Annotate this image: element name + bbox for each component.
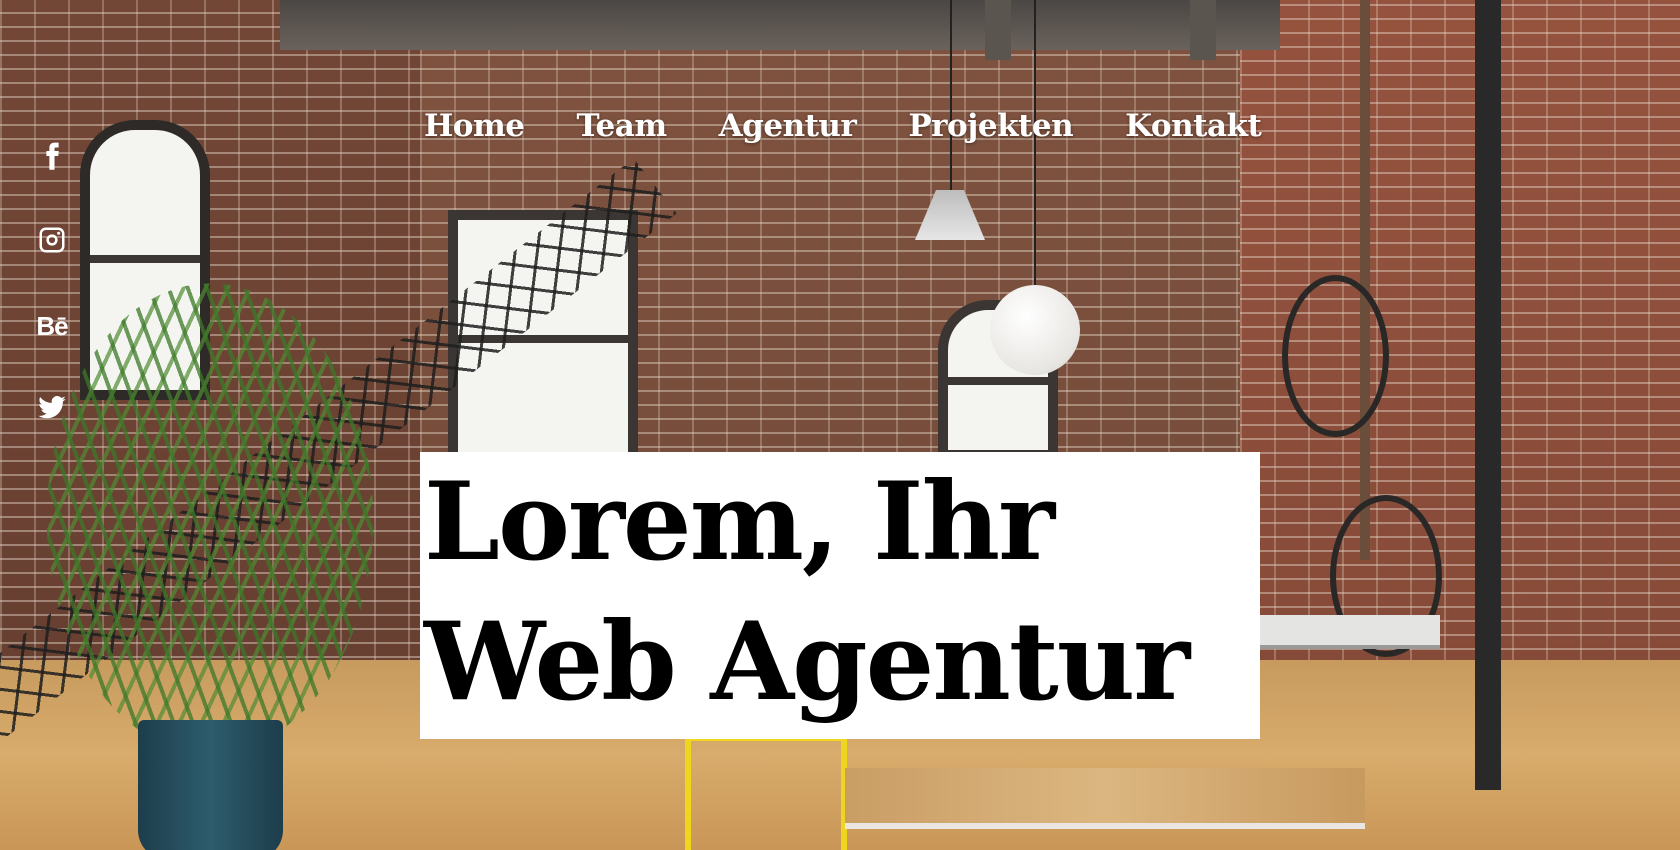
facebook-icon xyxy=(37,141,67,175)
social-links: Bē xyxy=(34,140,70,428)
facebook-link[interactable] xyxy=(34,140,70,176)
nav-item-agentur[interactable]: Agentur xyxy=(719,108,857,144)
pipe xyxy=(1360,0,1370,560)
hero-title-line-2: Web Agentur xyxy=(424,599,1190,725)
twitter-icon xyxy=(37,393,67,427)
lamp-cord xyxy=(950,0,952,190)
nav-item-projekten[interactable]: Projekten xyxy=(908,108,1073,144)
ceiling-beam xyxy=(985,0,1011,60)
bicycle-wheel xyxy=(1282,275,1389,437)
globe-lamp xyxy=(990,285,1080,375)
ceiling xyxy=(280,0,1280,50)
main-navigation: Home Team Agentur Projekten Kontakt xyxy=(424,104,1262,148)
hero-box: Lorem, Ihr Web Agentur xyxy=(420,452,1260,739)
instagram-link[interactable] xyxy=(34,224,70,260)
page: Bē Home Team Agentur Projekten Kontakt L… xyxy=(0,0,1680,850)
behance-icon: Bē xyxy=(36,310,68,341)
instagram-icon xyxy=(37,225,67,259)
hero-title: Lorem, Ihr Web Agentur xyxy=(420,452,1260,732)
hero-title-line-1: Lorem, Ihr xyxy=(424,459,1055,585)
nav-item-home[interactable]: Home xyxy=(424,108,525,144)
pipe xyxy=(1475,0,1501,790)
nav-item-kontakt[interactable]: Kontakt xyxy=(1125,108,1262,144)
nav-item-team[interactable]: Team xyxy=(577,108,668,144)
ceiling-beam xyxy=(1190,0,1216,60)
behance-link[interactable]: Bē xyxy=(34,308,70,344)
coffee-table xyxy=(845,768,1365,829)
plant-pot xyxy=(138,720,283,850)
twitter-link[interactable] xyxy=(34,392,70,428)
yellow-chair xyxy=(685,735,847,850)
